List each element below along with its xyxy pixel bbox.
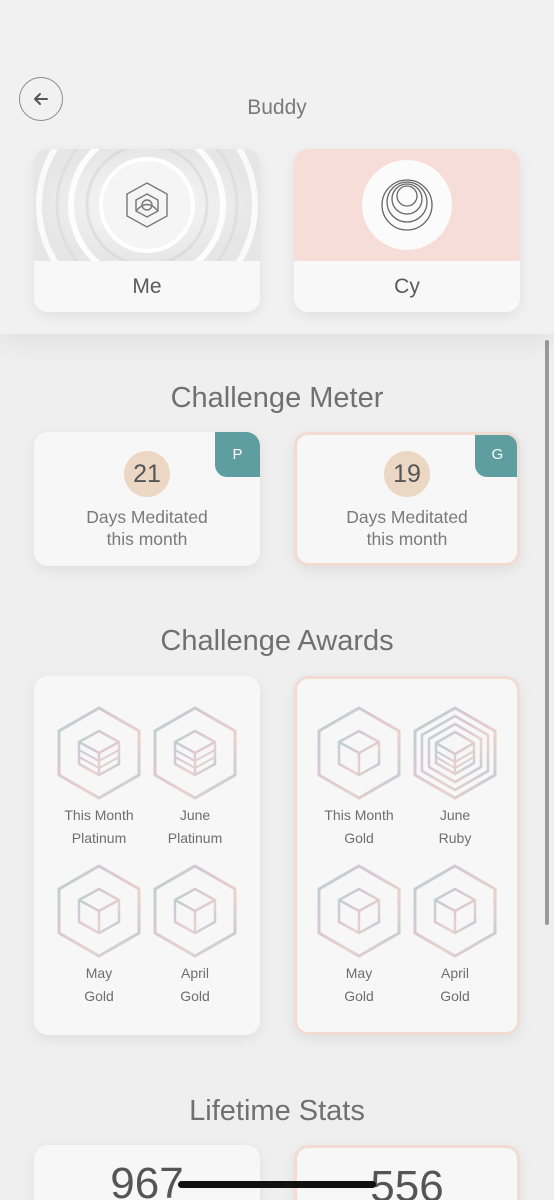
hexagon-cube-award-icon bbox=[317, 706, 401, 800]
award-period: June bbox=[439, 807, 471, 823]
lifetime-stats-card-cy: 556 bbox=[294, 1145, 520, 1200]
award-period: May bbox=[345, 965, 373, 981]
meter-label: Days Meditated this month bbox=[297, 506, 517, 550]
hexagon-cube-award-icon bbox=[57, 706, 141, 800]
challenge-meter-title: Challenge Meter bbox=[170, 382, 384, 414]
award-item[interactable]: May Gold bbox=[311, 862, 407, 1008]
award-period: This Month bbox=[64, 807, 134, 823]
award-period: May bbox=[85, 965, 113, 981]
meter-label-line2: this month bbox=[366, 529, 448, 549]
hexagon-cube-award-icon bbox=[153, 706, 237, 800]
hexagon-cube-award-icon bbox=[153, 864, 237, 958]
award-item[interactable]: This Month Gold bbox=[311, 704, 407, 850]
meter-label: Days Meditated this month bbox=[34, 506, 260, 550]
award-tier: Platinum bbox=[167, 830, 223, 846]
hexagon-cube-award-icon bbox=[413, 706, 497, 800]
tier-badge: P bbox=[215, 432, 260, 477]
hexagon-cube-icon bbox=[126, 182, 168, 228]
awards-card-cy: This Month Gold June Ruby May Gold April bbox=[294, 676, 520, 1035]
award-item[interactable]: April Gold bbox=[407, 862, 503, 1008]
home-indicator[interactable] bbox=[178, 1181, 376, 1188]
meter-label-line1: Days Meditated bbox=[86, 507, 208, 527]
award-item[interactable]: June Platinum bbox=[147, 704, 243, 850]
page-title: Buddy bbox=[247, 96, 307, 119]
award-item[interactable]: April Gold bbox=[147, 862, 243, 1008]
avatar-cy bbox=[362, 160, 452, 250]
award-item[interactable]: June Ruby bbox=[407, 704, 503, 850]
award-tier: Gold bbox=[344, 830, 374, 846]
award-tier: Gold bbox=[344, 988, 374, 1004]
lifetime-stat-value: 967 bbox=[110, 1159, 184, 1200]
profile-card-me[interactable]: Me bbox=[34, 149, 260, 312]
hexagon-cube-award-icon bbox=[317, 864, 401, 958]
award-tier: Gold bbox=[84, 988, 114, 1004]
award-item[interactable]: May Gold bbox=[51, 862, 147, 1008]
profile-art-me bbox=[34, 149, 260, 261]
award-period: June bbox=[179, 807, 211, 823]
hexagon-cube-award-icon bbox=[413, 864, 497, 958]
award-tier: Ruby bbox=[438, 830, 472, 846]
profile-name-cy: Cy bbox=[294, 261, 520, 312]
awards-card-me: This Month Platinum June Platinum May Go… bbox=[34, 676, 260, 1035]
challenge-meter-card-me: P 21 Days Meditated this month bbox=[34, 432, 260, 566]
award-period: This Month bbox=[324, 807, 394, 823]
days-count: 19 bbox=[384, 451, 430, 497]
challenge-meter-card-cy: G 19 Days Meditated this month bbox=[294, 432, 520, 566]
profile-card-cy[interactable]: Cy bbox=[294, 149, 520, 312]
header: Buddy Me Cy bbox=[0, 0, 554, 334]
lifetime-stats-card-me: 967 bbox=[34, 1145, 260, 1200]
award-item[interactable]: This Month Platinum bbox=[51, 704, 147, 850]
hexagon-cube-award-icon bbox=[57, 864, 141, 958]
challenge-awards-title: Challenge Awards bbox=[160, 625, 394, 657]
profile-art-cy bbox=[294, 149, 520, 261]
lifetime-stats-title: Lifetime Stats bbox=[189, 1095, 365, 1127]
award-period: April bbox=[440, 965, 469, 981]
award-period: April bbox=[180, 965, 209, 981]
award-tier: Gold bbox=[180, 988, 210, 1004]
concentric-circles-icon bbox=[381, 179, 433, 231]
tier-badge: G bbox=[475, 435, 517, 477]
award-tier: Gold bbox=[440, 988, 470, 1004]
days-count: 21 bbox=[124, 451, 170, 497]
meter-label-line2: this month bbox=[106, 529, 188, 549]
meter-label-line1: Days Meditated bbox=[346, 507, 468, 527]
award-tier: Platinum bbox=[71, 830, 127, 846]
profile-name-me: Me bbox=[34, 261, 260, 312]
